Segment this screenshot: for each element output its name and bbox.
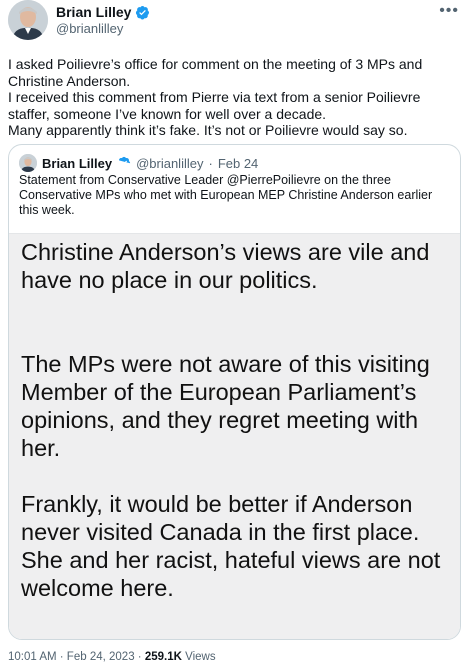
- tweet: Brian Lilley @brianlilley ••• I asked Po…: [0, 0, 475, 669]
- author-handle[interactable]: @brianlilley: [56, 21, 123, 36]
- verified-badge-icon: [136, 5, 150, 19]
- author-name[interactable]: Brian Lilley: [56, 4, 131, 20]
- separator-dot: ·: [208, 155, 213, 171]
- timestamp[interactable]: 10:01 AM · Feb 24, 2023 ·: [8, 651, 145, 663]
- tweet-line: I received this comment from Pierre via …: [8, 89, 421, 122]
- verified-badge-icon: [119, 156, 131, 166]
- author-avatar[interactable]: [8, 0, 48, 40]
- quoted-tweet-card[interactable]: Brian Lilley @brianlilley · Feb 24 State…: [8, 144, 461, 640]
- tweet-line: Many apparently think it’s fake. It’s no…: [8, 122, 408, 138]
- quoted-tweet-header: Brian Lilley @brianlilley · Feb 24: [19, 154, 258, 172]
- tweet-line: I asked Poilievre’s office for comment o…: [8, 56, 423, 89]
- quoted-date[interactable]: Feb 24: [218, 156, 258, 171]
- quoted-statement-image[interactable]: Christine Anderson’s views are vile and …: [9, 233, 460, 639]
- views-count: 259.1K: [144, 651, 182, 663]
- views-label: Views: [181, 651, 216, 663]
- author-name-row: Brian Lilley: [56, 4, 150, 20]
- statement-paragraph: Christine Anderson’s views are vile and …: [21, 239, 430, 293]
- quoted-author-avatar[interactable]: [19, 154, 37, 172]
- statement-paragraph: The MPs were not aware of this visiting …: [21, 351, 430, 461]
- quoted-tweet-text: Statement from Conservative Leader @Pier…: [19, 173, 433, 217]
- statement-paragraph: Frankly, it would be better if Anderson …: [21, 491, 441, 601]
- tweet-meta: 10:01 AM · Feb 24, 2023 · 259.1K Views: [8, 651, 216, 663]
- tweet-text: I asked Poilievre’s office for comment o…: [8, 56, 463, 139]
- more-icon[interactable]: •••: [439, 2, 459, 20]
- quoted-author-name[interactable]: Brian Lilley: [42, 156, 112, 171]
- quoted-author-handle[interactable]: @brianlilley: [136, 156, 203, 171]
